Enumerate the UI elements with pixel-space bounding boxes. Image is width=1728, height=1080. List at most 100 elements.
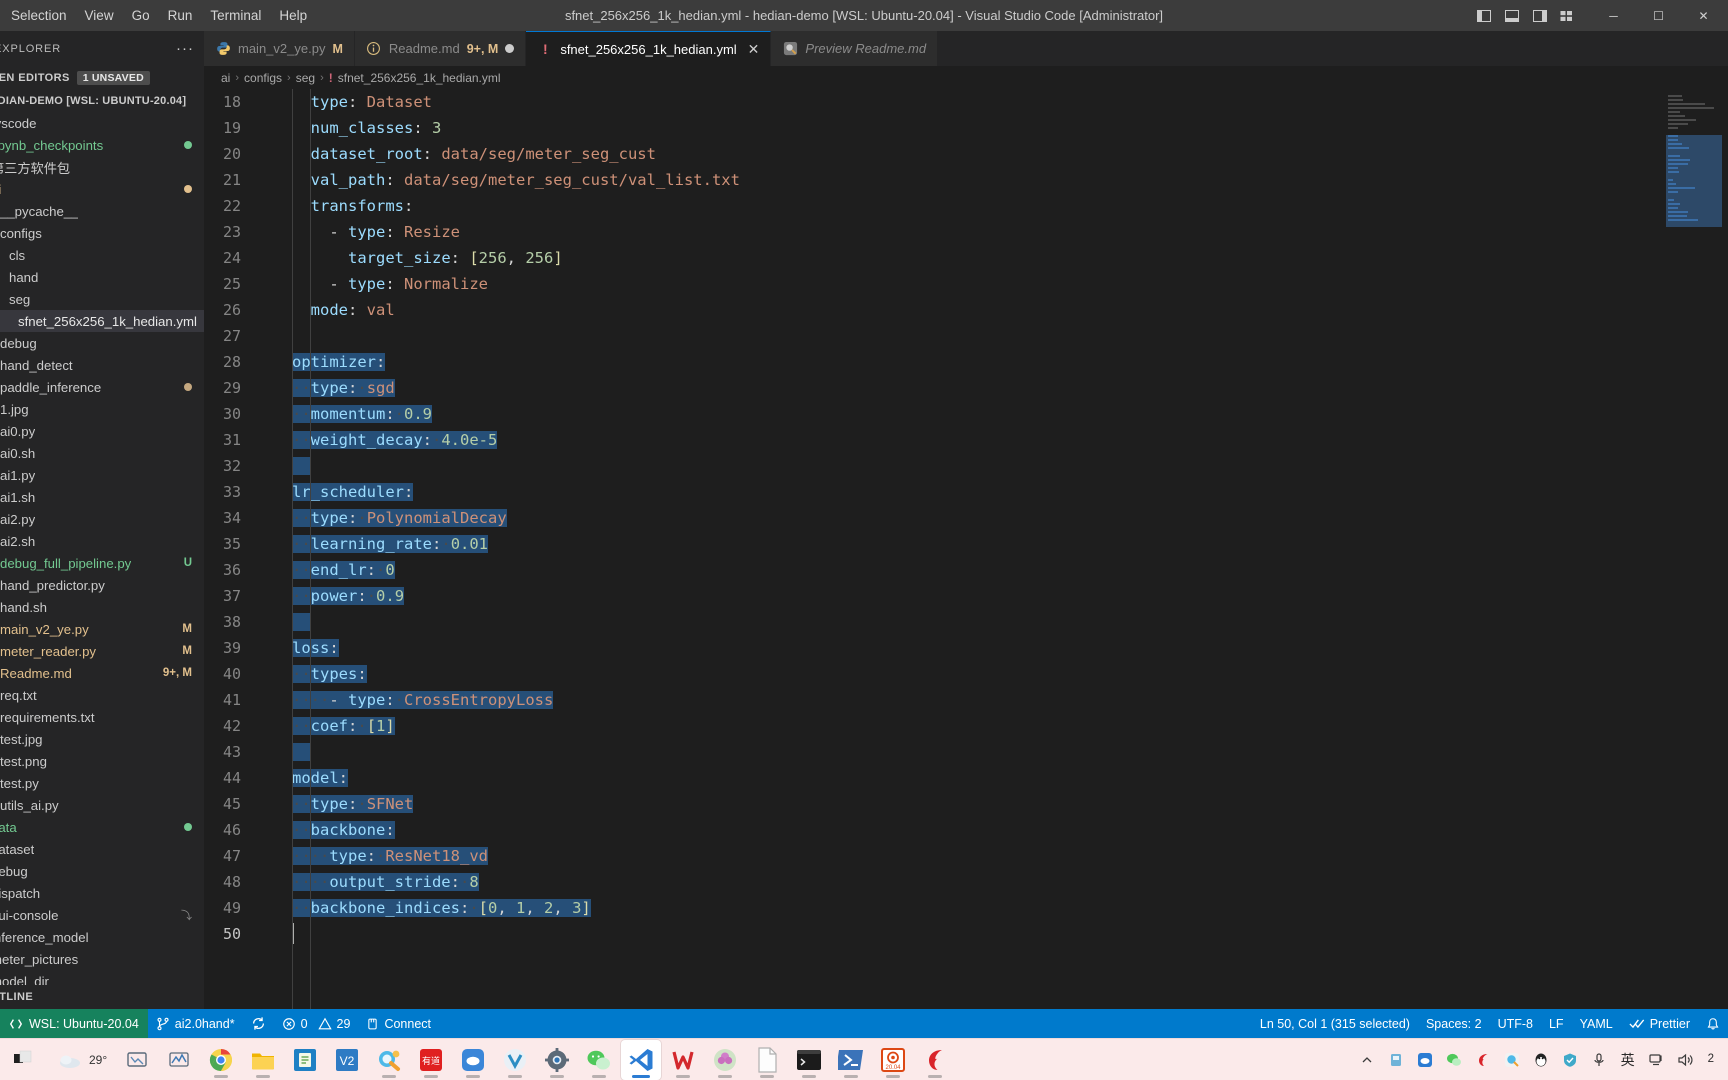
code-line[interactable]: 39 loss: [204, 635, 1660, 661]
editor-tab[interactable]: Preview Readme.md [771, 31, 939, 66]
document-icon[interactable] [747, 1040, 787, 1080]
start-button[interactable] [0, 1049, 48, 1071]
breadcrumb-part-seg[interactable]: seg [296, 71, 315, 85]
tree-item[interactable]: main_v2_ye.py M [0, 618, 204, 640]
editor-tab[interactable]: Readme.md 9+, M [354, 31, 527, 66]
tree-item[interactable]: gui-console ⤵ [0, 904, 204, 926]
gaode-tray-icon[interactable] [1470, 1047, 1496, 1073]
code-line[interactable]: 45 ··type:·SFNet [204, 791, 1660, 817]
v2ray-icon[interactable]: V2 [327, 1040, 367, 1080]
powershell-icon[interactable] [831, 1040, 871, 1080]
chrome-icon[interactable] [201, 1040, 241, 1080]
status-notifications[interactable] [1698, 1009, 1728, 1038]
tree-item[interactable]: ai [0, 178, 204, 200]
code-line[interactable]: 27 [204, 323, 1660, 349]
status-cursor-position[interactable]: Ln 50, Col 1 (315 selected) [1252, 1009, 1418, 1038]
settings-gear-icon[interactable] [537, 1040, 577, 1080]
taskbar-clock[interactable]: 2 [1702, 1053, 1720, 1066]
status-ports[interactable]: Connect [358, 1009, 439, 1038]
breadcrumb-part-configs[interactable]: configs [244, 71, 282, 85]
menu-item-selection[interactable]: Selection [2, 4, 76, 27]
terminal-icon[interactable] [789, 1040, 829, 1080]
code-line[interactable]: 40 ··types: [204, 661, 1660, 687]
tree-item[interactable]: configs [0, 222, 204, 244]
code-line[interactable]: 33 lr_scheduler: [204, 479, 1660, 505]
explorer-more-actions-icon[interactable]: ··· [176, 41, 194, 56]
status-language-mode[interactable]: YAML [1572, 1009, 1621, 1038]
breadcrumb-file[interactable]: sfnet_256x256_1k_hedian.yml [338, 71, 501, 85]
wps-icon[interactable] [663, 1040, 703, 1080]
workspace-root-label[interactable]: HEDIAN-DEMO [WSL: UBUNTU-20.04] [0, 90, 204, 112]
toggle-secondary-sidebar-icon[interactable] [1527, 3, 1553, 29]
tree-item[interactable]: ai0.py [0, 420, 204, 442]
tree-item[interactable]: meter_pictures [0, 948, 204, 970]
code-line[interactable]: 23 - type: Resize [204, 219, 1660, 245]
stocks-icon[interactable] [159, 1040, 199, 1080]
tree-item[interactable]: debug [0, 860, 204, 882]
code-line[interactable]: 46 ··backbone: [204, 817, 1660, 843]
usb-icon[interactable] [1383, 1047, 1409, 1073]
code-line[interactable]: 31 ··weight_decay:·4.0e-5 [204, 427, 1660, 453]
editor-tab-close-icon[interactable]: ✕ [748, 42, 760, 56]
status-branch[interactable]: ai2.0hand* [148, 1009, 243, 1038]
code-line[interactable]: 34 ··type:·PolynomialDecay [204, 505, 1660, 531]
code-line[interactable]: 42 ··coef:·[1] [204, 713, 1660, 739]
code-lines[interactable]: 18 type: Dataset 19 num_classes: 3 20 data… [204, 89, 1660, 1009]
tree-item[interactable]: __pycache__ [0, 200, 204, 222]
volume-icon[interactable] [1673, 1047, 1699, 1073]
file-tree[interactable]: .vscode .ipynb_checkpoints 第三方软件包 ai __pycac… [0, 112, 204, 985]
gaode-icon[interactable] [915, 1040, 955, 1080]
tree-item[interactable]: ai0.sh [0, 442, 204, 464]
tree-item[interactable]: debug [0, 332, 204, 354]
code-line[interactable]: 49 ··backbone_indices:·[0, 1, 2, 3] [204, 895, 1660, 921]
status-eol[interactable]: LF [1541, 1009, 1572, 1038]
wechat-icon[interactable] [579, 1040, 619, 1080]
tree-item[interactable]: data [0, 816, 204, 838]
tree-item[interactable]: ai1.py [0, 464, 204, 486]
code-line[interactable]: 20 dataset_root: data/seg/meter_seg_cust [204, 141, 1660, 167]
tree-item[interactable]: dataset [0, 838, 204, 860]
tree-item[interactable]: ai2.sh [0, 530, 204, 552]
vscode-icon[interactable] [621, 1039, 662, 1080]
code-line[interactable]: 29 ··type:·sgd [204, 375, 1660, 401]
tree-item[interactable]: test.png [0, 750, 204, 772]
ime-indicator[interactable]: 英 [1615, 1047, 1641, 1073]
code-line[interactable]: 28 optimizer: [204, 349, 1660, 375]
tree-item[interactable]: ai1.sh [0, 486, 204, 508]
status-indentation[interactable]: Spaces: 2 [1418, 1009, 1490, 1038]
menu-item-terminal[interactable]: Terminal [201, 4, 270, 27]
status-prettier[interactable]: Prettier [1621, 1009, 1698, 1038]
tree-item[interactable]: 第三方软件包 [0, 156, 204, 178]
tree-item[interactable]: paddle_inference [0, 376, 204, 398]
tree-item[interactable]: .ipynb_checkpoints [0, 134, 204, 156]
outline-section[interactable]: OUTLINE [0, 985, 204, 1009]
editor-tab-dirty-indicator[interactable] [505, 44, 515, 53]
code-line[interactable]: 44 model: [204, 765, 1660, 791]
file-explorer-icon[interactable] [243, 1040, 283, 1080]
taskview-icon[interactable] [117, 1040, 157, 1080]
code-line[interactable]: 41····- type:·CrossEntropyLoss [204, 687, 1660, 713]
toggle-panel-icon[interactable] [1499, 3, 1525, 29]
status-sync[interactable] [243, 1009, 274, 1038]
code-line[interactable]: 25 - type: Normalize [204, 271, 1660, 297]
editor-tab[interactable]: ! sfnet_256x256_1k_hedian.yml ✕ [526, 31, 772, 67]
code-editor[interactable]: 18 type: Dataset 19 num_classes: 3 20 data… [204, 89, 1728, 1009]
code-line[interactable]: 19 num_classes: 3 [204, 115, 1660, 141]
onedrive-blue-icon[interactable] [453, 1040, 493, 1080]
tree-item[interactable]: ai2.py [0, 508, 204, 530]
menu-item-help[interactable]: Help [270, 4, 316, 27]
code-line[interactable]: 48 ····output_stride:·8 [204, 869, 1660, 895]
minimap[interactable] [1660, 89, 1728, 1009]
show-hidden-icons-chevron[interactable] [1354, 1047, 1380, 1073]
wechat-tray-icon[interactable] [1441, 1047, 1467, 1073]
tree-item[interactable]: utils_ai.py [0, 794, 204, 816]
code-line[interactable]: 47 ····type:·ResNet18_vd [204, 843, 1660, 869]
code-line[interactable]: 21 val_path: data/seg/meter_seg_cust/val… [204, 167, 1660, 193]
tree-item[interactable]: model_dir [0, 970, 204, 986]
tree-item[interactable]: test.py [0, 772, 204, 794]
qq-browser-tray-icon[interactable] [1499, 1047, 1525, 1073]
taskbar-apps[interactable]: V2 有道 20.04 [117, 1039, 955, 1080]
tree-item[interactable]: hand [0, 266, 204, 288]
vysor-icon[interactable] [495, 1040, 535, 1080]
tree-item[interactable]: requirements.txt [0, 706, 204, 728]
